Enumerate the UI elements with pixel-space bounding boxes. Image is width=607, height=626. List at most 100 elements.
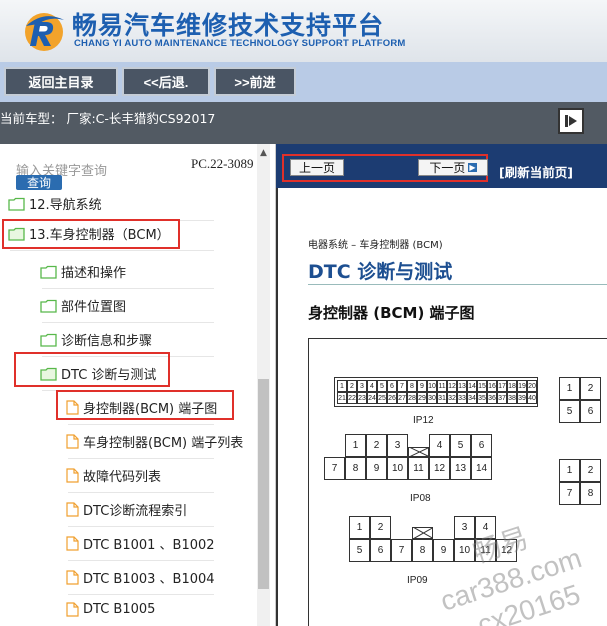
pin-ip12: 24 (367, 392, 377, 404)
tree-item[interactable]: DTC诊断流程索引 (66, 500, 187, 519)
tree-item[interactable]: DTC B1003 、B1004 (66, 568, 215, 587)
refresh-link[interactable]: [刷新当前页] (499, 162, 573, 181)
catalog-panel: 输入关键字查询 查询 PC.22-3089 12.导航系统 13.车身控制器（BC… (0, 144, 276, 626)
brand-title: 畅易汽车维修技术支持平台 (72, 11, 385, 40)
pin-ip08: 9 (366, 457, 387, 480)
tree-item[interactable]: 部件位置图 (40, 296, 126, 315)
tree-item-label: 描述和操作 (61, 266, 127, 281)
pin-ip08: 2 (366, 434, 387, 457)
pin-ip12: 23 (357, 392, 367, 404)
pin-ip12: 30 (427, 392, 437, 404)
pin-ip12: 6 (387, 380, 397, 392)
pin-ip12: 31 (437, 392, 447, 404)
document-panel: 上一页 下一页 ▶ [刷新当前页] 电器系统 – 车身控制器 (BCM) DTC… (276, 144, 607, 626)
pin-right: 8 (580, 482, 601, 505)
tree-separator (68, 526, 214, 527)
nav-bar: 返回主目录 <<后退. >>前进 (0, 62, 607, 102)
prev-page-button[interactable]: 上一页 (290, 159, 344, 176)
tree-item-label: DTC诊断流程索引 (83, 504, 188, 519)
scroll-up-icon[interactable]: ▲ (257, 148, 270, 160)
tree-scrollbar[interactable]: ▲ (257, 144, 270, 626)
search-button[interactable]: 查询 (16, 175, 62, 190)
pin-ip12: 34 (467, 392, 477, 404)
tree-item-label: DTC B1005 (83, 602, 156, 617)
scroll-thumb[interactable] (258, 379, 269, 589)
pin-ip12: 16 (487, 380, 497, 392)
pin-ip12: 1 (337, 380, 347, 392)
pin-ip12: 20 (527, 380, 537, 392)
pin-ip12: 14 (467, 380, 477, 392)
tree-item[interactable]: 诊断信息和步骤 (40, 330, 152, 349)
pin-ip12: 33 (457, 392, 467, 404)
pin-ip12: 8 (407, 380, 417, 392)
pin-ip12: 36 (487, 392, 497, 404)
tree-item-label: 诊断信息和步骤 (61, 334, 153, 349)
pin-ip12: 21 (337, 392, 347, 404)
pin-ip12: 13 (457, 380, 467, 392)
doc-subtitle: 身控制器 (BCM) 端子图 (308, 304, 475, 322)
pin-ip09: 9 (433, 539, 454, 562)
pin-ip12: 7 (397, 380, 407, 392)
tree-item[interactable]: DTC B1005 (66, 602, 155, 617)
pin-ip12: 15 (477, 380, 487, 392)
vehicle-bar: 当前车型： 厂家:C-长丰猎豹CS92017 (0, 102, 607, 144)
pin-ip12: 40 (527, 392, 537, 404)
pin-ip12: 35 (477, 392, 487, 404)
pin-ip12: 37 (497, 392, 507, 404)
pin-right: 6 (580, 400, 601, 423)
forward-button[interactable]: >>前进 (214, 67, 296, 96)
document-icon (66, 434, 79, 449)
pin-ip08: 5 (450, 434, 471, 457)
doc-section: 电器系统 – 车身控制器 (BCM) (308, 240, 443, 251)
folder-icon (40, 333, 57, 347)
pin-ip08: 11 (408, 457, 429, 480)
pin-ip12: 2 (347, 380, 357, 392)
pin-ip09: 8 (412, 539, 433, 562)
highlight-dtc (14, 352, 170, 387)
highlight-terminal (56, 390, 234, 420)
tree-item-label: DTC B1003 、B1004 (83, 572, 215, 587)
expand-button[interactable] (558, 108, 584, 134)
tree-item[interactable]: 12.导航系统 (8, 194, 102, 213)
pin-ip12: 28 (407, 392, 417, 404)
tree-item-label: 车身控制器(BCM) 端子列表 (83, 436, 244, 451)
pin-ip08-blank (408, 447, 429, 457)
tree-separator (42, 322, 214, 323)
page-code: PC.22-3089 (191, 156, 254, 171)
back-button[interactable]: <<后退. (122, 67, 210, 96)
next-page-label: 下一页 (429, 161, 466, 175)
next-page-button[interactable]: 下一页 ▶ (418, 159, 488, 176)
arrow-right-icon (565, 115, 577, 127)
tree-item-label: 12.导航系统 (29, 198, 102, 213)
tree-item[interactable]: 车身控制器(BCM) 端子列表 (66, 432, 243, 451)
tree-separator (68, 458, 214, 459)
logo-icon (25, 13, 64, 51)
tree-separator (68, 492, 214, 493)
tree-item[interactable]: 描述和操作 (40, 262, 126, 281)
doc-toolbar: 上一页 下一页 ▶ [刷新当前页] (276, 144, 607, 188)
document-icon (66, 536, 79, 551)
pin-ip08: 6 (471, 434, 492, 457)
connector-label-ip09: IP09 (407, 575, 428, 586)
prev-page-label: 上一页 (298, 161, 335, 175)
next-arrow-icon: ▶ (468, 163, 477, 172)
home-button[interactable]: 返回主目录 (4, 67, 118, 96)
pin-right: 1 (559, 459, 580, 482)
pin-ip12: 38 (507, 392, 517, 404)
pin-ip12: 26 (387, 392, 397, 404)
title-rule (308, 284, 607, 285)
pin-ip08: 3 (387, 434, 408, 457)
pin-ip09-blank (412, 527, 433, 539)
folder-icon (8, 197, 25, 211)
doc-title: DTC 诊断与测试 (308, 261, 453, 283)
folder-icon (40, 265, 57, 279)
pin-ip12: 32 (447, 392, 457, 404)
tree-item[interactable]: 故障代码列表 (66, 466, 161, 485)
highlight-bcm (2, 219, 180, 249)
tree-item[interactable]: DTC B1001 、B1002 (66, 534, 215, 553)
pin-right: 2 (580, 377, 601, 400)
pin-ip12: 4 (367, 380, 377, 392)
pin-ip12: 22 (347, 392, 357, 404)
pin-ip12: 11 (437, 380, 447, 392)
connector-label-ip08: IP08 (410, 493, 431, 504)
